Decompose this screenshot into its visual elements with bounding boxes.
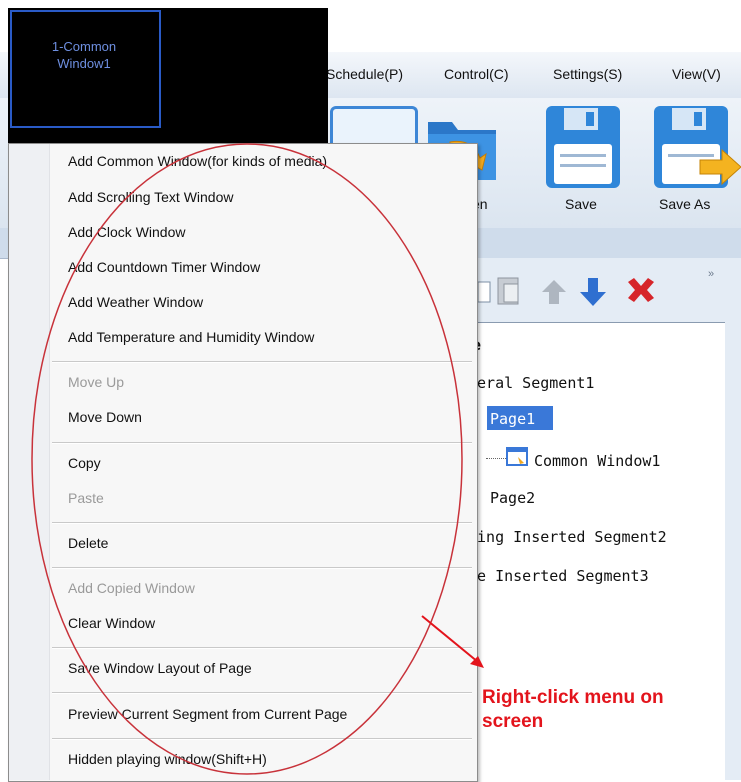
annotation-ellipse bbox=[31, 143, 463, 775]
annotation-overlay bbox=[31, 143, 484, 775]
annotation-caption: Right-click menu on screen bbox=[482, 687, 664, 732]
annotation-arrow-line bbox=[421, 615, 479, 663]
